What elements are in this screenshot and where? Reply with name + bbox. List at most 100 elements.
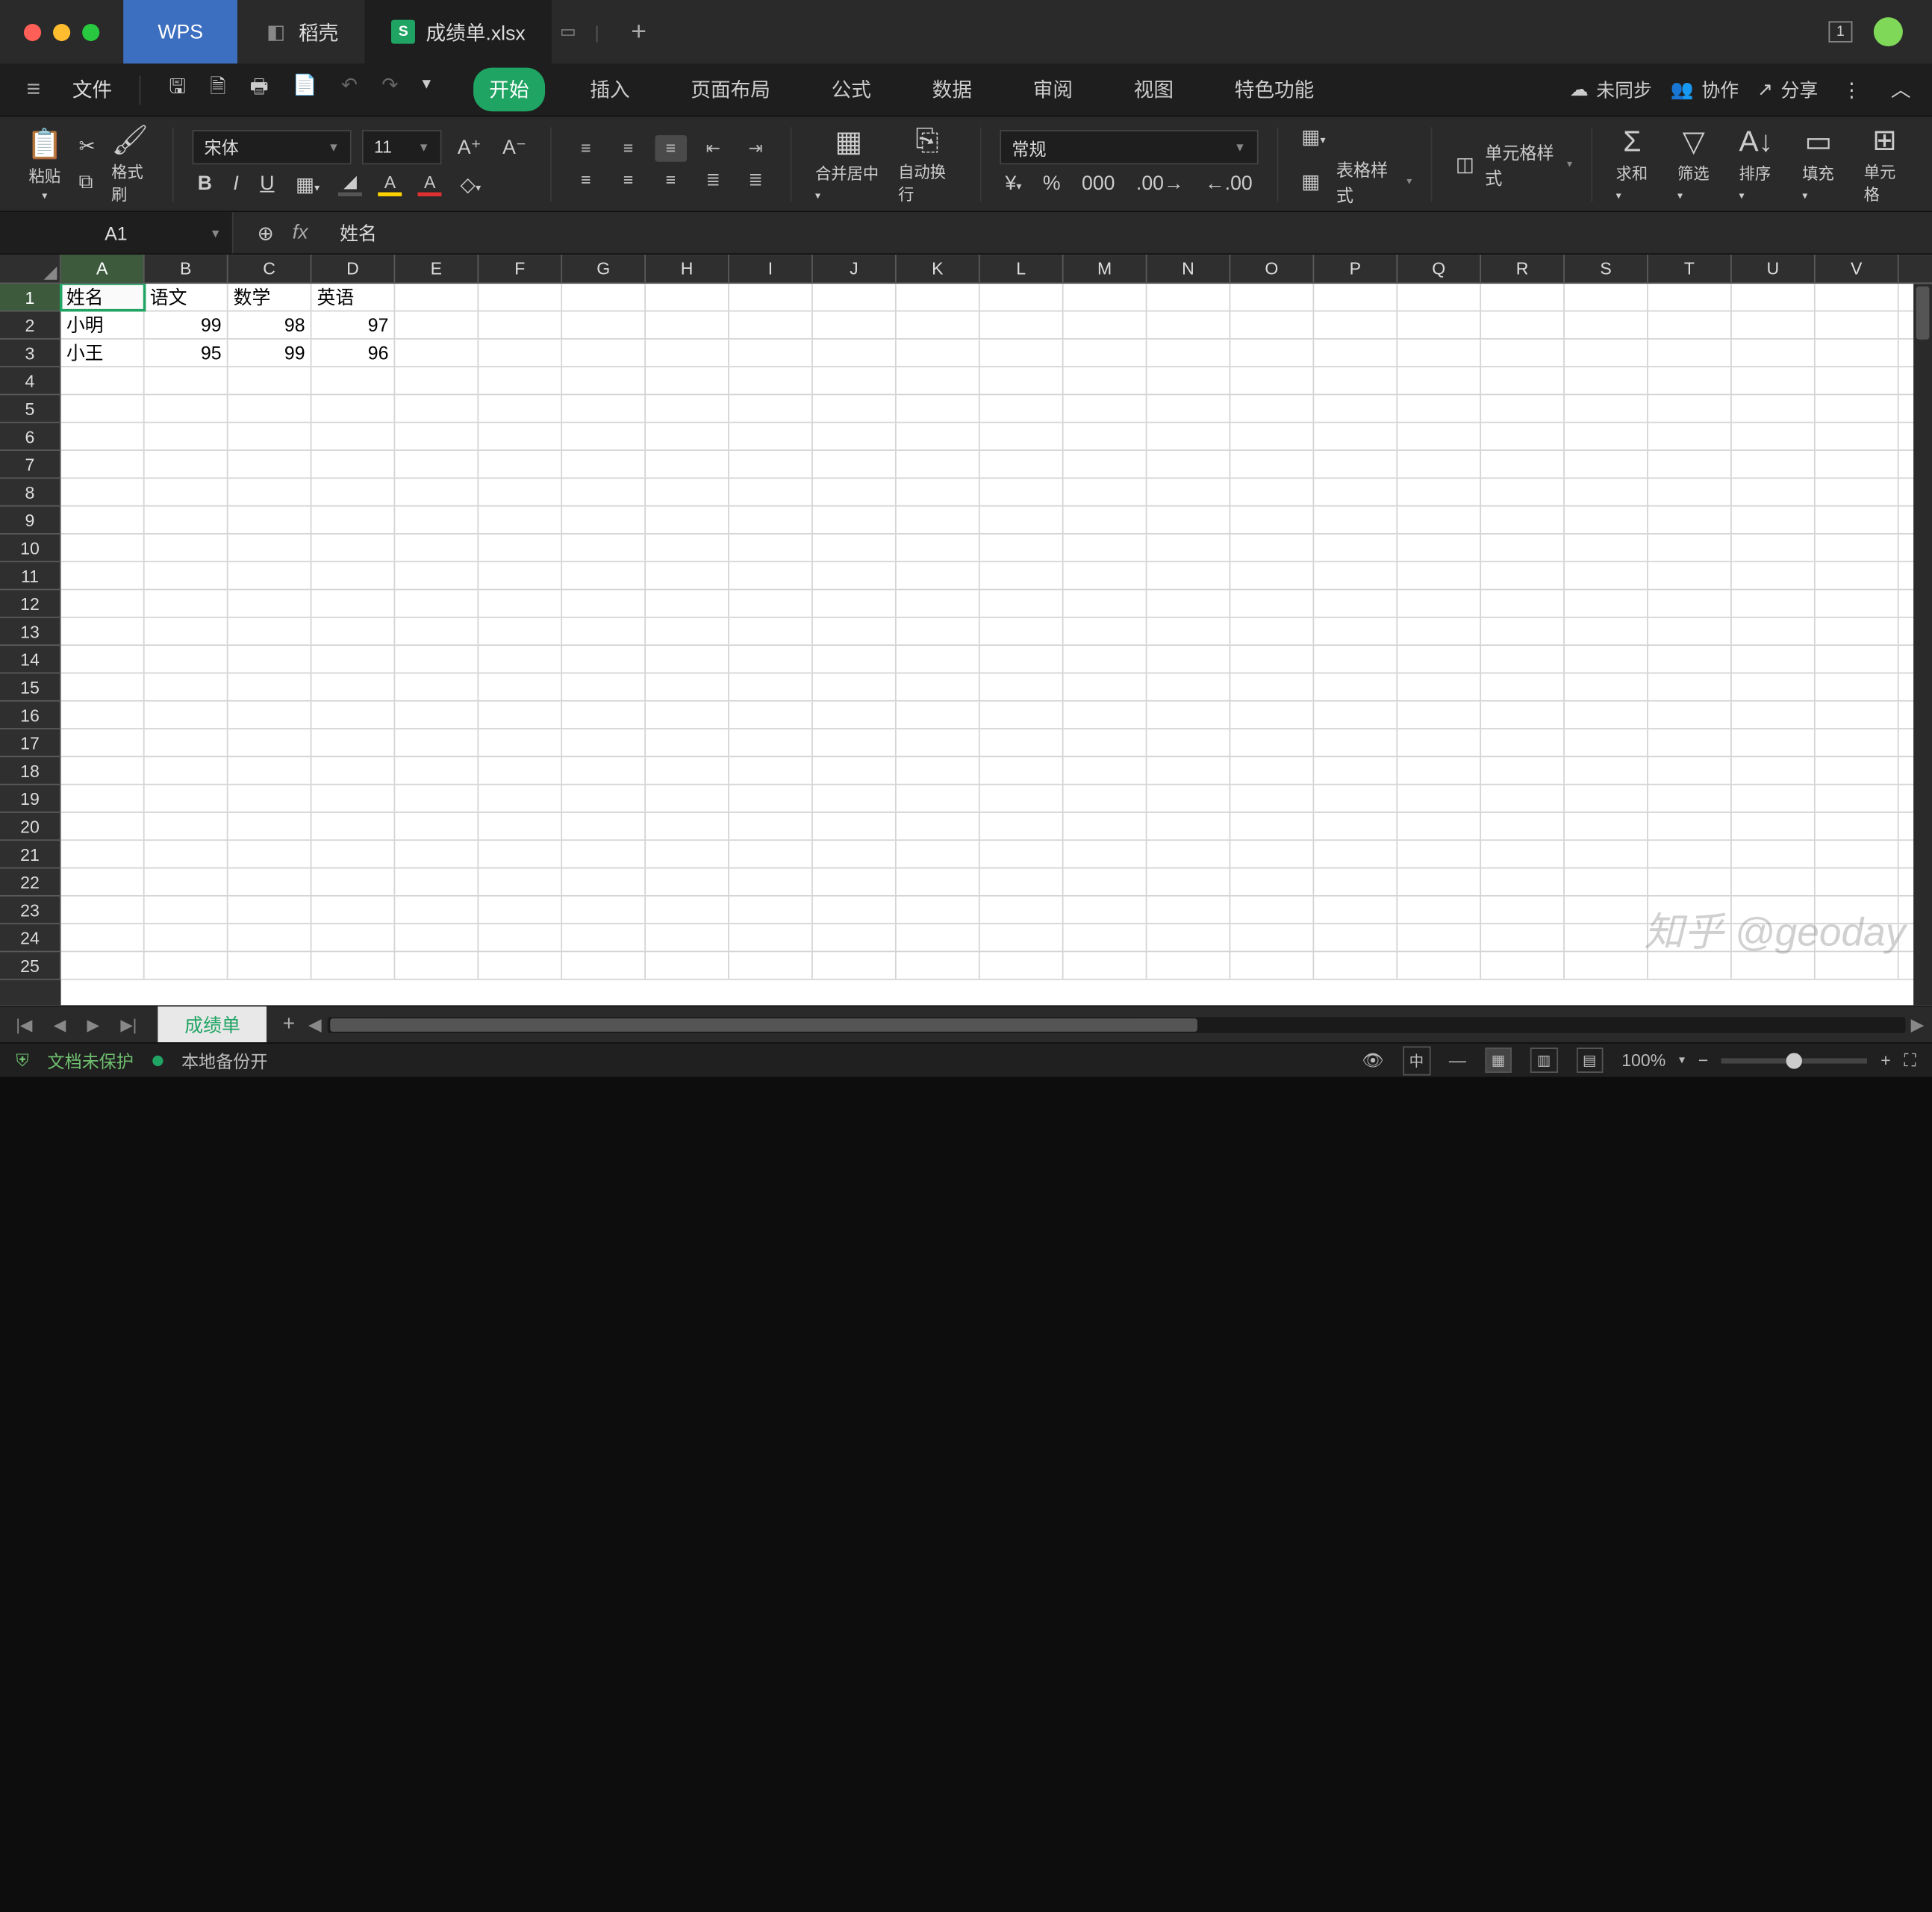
cell[interactable]	[1397, 785, 1481, 812]
cell[interactable]	[1816, 646, 1899, 673]
cell[interactable]	[1732, 868, 1816, 895]
cell[interactable]: 98	[228, 311, 312, 338]
cell[interactable]	[1481, 340, 1565, 367]
cell[interactable]	[813, 451, 897, 478]
cell[interactable]	[479, 785, 562, 812]
tab-wps-home[interactable]: WPS	[123, 0, 237, 63]
zoom-out-icon[interactable]: −	[1698, 1050, 1708, 1071]
cell[interactable]	[646, 507, 729, 534]
cell[interactable]	[1064, 924, 1147, 951]
cell[interactable]	[479, 868, 562, 895]
cell[interactable]	[897, 952, 980, 979]
view-normal-icon[interactable]: ▦	[1485, 1047, 1512, 1073]
cell[interactable]	[228, 507, 312, 534]
cell[interactable]	[1230, 340, 1314, 367]
cell[interactable]	[1147, 507, 1230, 534]
cell[interactable]	[311, 729, 395, 756]
table-style-icon[interactable]: ▦	[1296, 166, 1325, 196]
cell[interactable]	[479, 423, 562, 450]
cell[interactable]	[1230, 395, 1314, 422]
cell[interactable]	[1147, 952, 1230, 979]
cell[interactable]	[1816, 562, 1899, 589]
cell[interactable]	[813, 841, 897, 868]
cell[interactable]	[562, 367, 646, 394]
cell[interactable]	[1648, 395, 1732, 422]
cell[interactable]	[562, 451, 646, 478]
cell[interactable]	[646, 952, 729, 979]
cell[interactable]	[897, 340, 980, 367]
cell[interactable]	[1732, 451, 1816, 478]
cell[interactable]	[1481, 729, 1565, 756]
row-header[interactable]: 23	[0, 897, 61, 924]
user-avatar[interactable]	[1874, 17, 1903, 46]
cell[interactable]	[145, 785, 228, 812]
cell[interactable]	[311, 868, 395, 895]
cell[interactable]	[1314, 897, 1397, 924]
cell[interactable]	[980, 618, 1064, 645]
cell[interactable]	[980, 423, 1064, 450]
protect-status[interactable]: 文档未保护	[48, 1047, 134, 1073]
cell[interactable]	[1816, 367, 1899, 394]
cell[interactable]	[311, 535, 395, 561]
cell[interactable]	[980, 367, 1064, 394]
cell[interactable]	[1064, 952, 1147, 979]
cell[interactable]	[1064, 729, 1147, 756]
cell[interactable]	[646, 311, 729, 338]
cell[interactable]	[562, 952, 646, 979]
cell[interactable]	[646, 367, 729, 394]
cell[interactable]	[980, 479, 1064, 505]
cell[interactable]	[1147, 367, 1230, 394]
cell[interactable]: 96	[311, 340, 395, 367]
cell[interactable]	[1064, 897, 1147, 924]
cell[interactable]	[145, 646, 228, 673]
cell[interactable]	[1064, 451, 1147, 478]
cell[interactable]	[1230, 729, 1314, 756]
cell[interactable]	[395, 590, 479, 617]
cell[interactable]	[395, 284, 479, 311]
cell[interactable]	[1565, 340, 1648, 367]
cell[interactable]	[729, 618, 813, 645]
cell[interactable]	[897, 673, 980, 700]
cell[interactable]	[562, 395, 646, 422]
cell[interactable]	[61, 395, 145, 422]
cell[interactable]	[1732, 367, 1816, 394]
align-distribute-icon[interactable]: ≣	[740, 166, 772, 193]
fill-color-button[interactable]: ◢	[336, 171, 365, 196]
cell[interactable]	[729, 311, 813, 338]
cell[interactable]	[1481, 897, 1565, 924]
cell[interactable]	[311, 451, 395, 478]
cell[interactable]	[813, 618, 897, 645]
cell[interactable]	[1397, 311, 1481, 338]
cell[interactable]	[1230, 841, 1314, 868]
cell[interactable]	[646, 562, 729, 589]
sheet-next-icon[interactable]: ▶	[81, 1012, 105, 1036]
cell[interactable]	[813, 702, 897, 729]
cell[interactable]	[395, 924, 479, 951]
column-header[interactable]: V	[1816, 255, 1899, 282]
cell[interactable]	[228, 785, 312, 812]
cell[interactable]: 数学	[228, 284, 312, 311]
cell[interactable]	[562, 311, 646, 338]
cell[interactable]	[1147, 785, 1230, 812]
cell[interactable]	[1314, 562, 1397, 589]
cell[interactable]	[1314, 868, 1397, 895]
cell[interactable]	[61, 702, 145, 729]
column-header[interactable]: R	[1481, 255, 1565, 282]
cell[interactable]	[1732, 284, 1816, 311]
row-header[interactable]: 19	[0, 785, 61, 813]
cell[interactable]	[395, 813, 479, 840]
cell[interactable]	[1397, 924, 1481, 951]
cell[interactable]	[897, 785, 980, 812]
cell[interactable]	[1397, 340, 1481, 367]
ribbon-tab-pagelayout[interactable]: 页面布局	[675, 68, 786, 112]
cell[interactable]	[311, 785, 395, 812]
cell[interactable]	[1565, 702, 1648, 729]
cell[interactable]	[311, 952, 395, 979]
cell[interactable]	[228, 729, 312, 756]
close-icon[interactable]	[24, 23, 41, 40]
cell[interactable]	[1147, 395, 1230, 422]
cell[interactable]	[479, 311, 562, 338]
cell[interactable]	[980, 785, 1064, 812]
cell[interactable]	[145, 702, 228, 729]
cell[interactable]	[1230, 673, 1314, 700]
